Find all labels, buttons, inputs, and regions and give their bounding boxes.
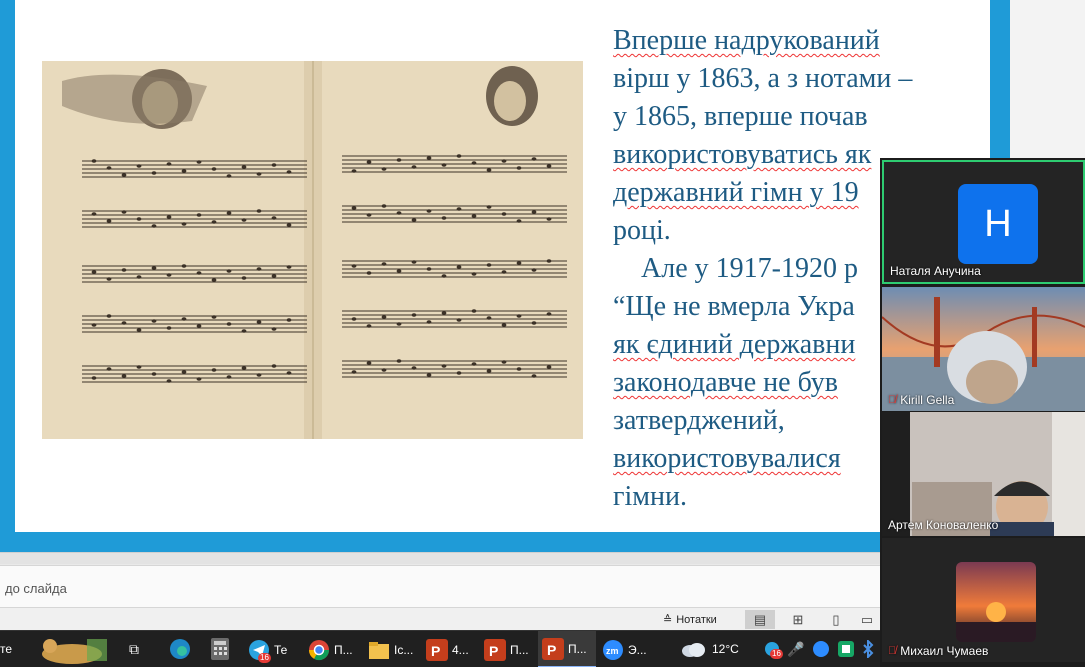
slide-sorter-icon: ⊞ [792,611,804,627]
taskbar-search-text[interactable]: те [0,642,12,656]
participant-name-label: Артем Коноваленко [888,518,999,532]
participant-name-label: Kirill Gella [900,393,955,407]
windows-taskbar: те ⧉ Те 16 П... Іс... P 4... P П... P П.… [0,630,880,667]
slide-line-1: Вперше надрукований [613,25,880,56]
normal-view-button[interactable]: ▤ [745,610,775,629]
taskbar-label: П... [510,642,529,657]
taskbar-label: Те [274,642,288,657]
svg-text:P: P [547,642,556,658]
taskbar-telegram[interactable]: Те 16 [244,631,300,667]
powerpoint-icon: P [426,638,448,661]
participant-name: 🎙̸ Михаил Чумаев [888,644,988,658]
normal-view-icon: ▤ [753,611,767,627]
taskbar-powerpoint-2[interactable]: P П... [480,631,536,667]
notes-button[interactable]: ≙ Нотатки [657,610,723,629]
participant-tile-4[interactable]: 🎙̸ Михаил Чумаев [882,538,1085,662]
mic-muted-icon: 🎙̸ [888,645,897,657]
tray-notification-badge: 16 [770,649,783,659]
chrome-icon [308,639,330,660]
participant-tile-3[interactable]: Артем Коноваленко [882,412,1085,536]
powerpoint-icon: P [484,638,506,661]
notes-pane[interactable]: до слайда [0,565,880,607]
screen: Вперше надрукований вірш у 1863, а з нот… [0,0,1085,667]
taskbar-label: Э... [628,642,647,657]
participant-name: Наталя Анучина [890,264,981,278]
avatar: Н [958,184,1038,264]
taskbar-powerpoint-1[interactable]: P 4... [422,631,478,667]
taskbar-chrome[interactable]: П... [304,631,360,667]
reading-view-icon: ▯ [832,611,840,627]
notification-badge: 16 [258,653,271,663]
notes-button-label: Нотатки [676,613,717,626]
taskbar-explorer[interactable]: Іс... [364,631,420,667]
status-bar: ≙ Нотатки ▤ ⊞ ▯ ▭ [0,607,880,630]
participant-name-label: Наталя Анучина [890,264,981,278]
edge-icon[interactable] [168,637,192,661]
notes-icon: ≙ [663,614,673,626]
taskbar-label: П... [568,641,587,656]
slide-canvas[interactable]: Вперше надрукований вірш у 1863, а з нот… [15,0,990,532]
tray-zoom-icon[interactable] [810,637,832,661]
participant-tile-1[interactable]: Н Наталя Анучина [882,160,1085,284]
svg-text:P: P [489,643,498,659]
folder-icon [369,641,389,659]
taskbar-label: Іс... [394,642,414,657]
taskbar-zoom[interactable]: zm Э... [598,631,654,667]
widget-animal-icon[interactable] [32,637,112,664]
slide-line-2: вірш у 1863, а з нотами – [613,63,913,94]
sheet-music-image [42,61,583,439]
avatar [956,562,1036,642]
horizontal-scrollbar[interactable] [0,552,880,564]
reading-view-button[interactable]: ▯ [821,610,851,629]
svg-text:zm: zm [606,646,619,656]
zoom-icon: zm [603,639,623,660]
participant-name: Артем Коноваленко [888,518,998,532]
powerpoint-icon: P [542,637,564,660]
svg-text:P: P [431,643,440,659]
participant-name: 🎙̸ Kirill Gella [888,393,954,407]
participant-name-label: Михаил Чумаев [900,644,989,658]
task-view-icon[interactable]: ⧉ [122,637,146,661]
slide-line-3: у 1865, вперше почав [613,101,868,132]
taskbar-label: 4... [452,642,469,657]
participant-tile-2[interactable]: 🎙̸ Kirill Gella [882,287,1085,411]
slideshow-button[interactable]: ▭ [856,610,878,629]
sheet-music-drawing [42,61,583,439]
slideshow-icon: ▭ [860,611,874,627]
weather-temperature[interactable]: 12°C [712,642,739,656]
bluetooth-icon[interactable] [858,637,878,661]
tray-green-icon[interactable] [836,637,856,661]
taskbar-label: П... [334,642,353,657]
portrait-right [486,66,538,126]
mic-muted-icon: 🎙̸ [888,394,897,406]
slide-sorter-button[interactable]: ⊞ [783,610,813,629]
calculator-icon[interactable] [208,637,232,661]
weather-cloud-icon[interactable] [678,637,708,661]
notes-placeholder: до слайда [5,581,67,596]
microphone-icon[interactable]: 🎤 [786,637,806,661]
taskbar-powerpoint-3[interactable]: P П... [538,631,596,667]
